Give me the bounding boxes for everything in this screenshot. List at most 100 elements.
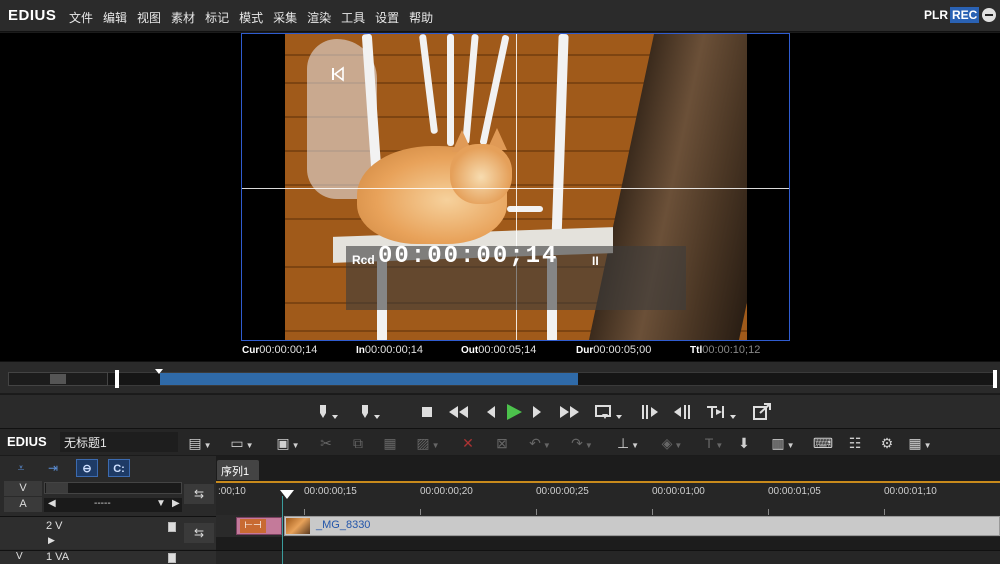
keyboard-icon[interactable]: ⌨	[812, 433, 834, 453]
plr-mode-toggle[interactable]: PLR	[924, 8, 948, 22]
tc-cur: Cur00:00:00;14	[242, 344, 318, 356]
scrub-start-marker[interactable]	[115, 370, 119, 388]
video-channel-label: V	[4, 481, 42, 496]
rec-mode-toggle[interactable]: REC	[950, 7, 980, 23]
menu-marker[interactable]: 标记	[200, 9, 234, 26]
app-logo: EDIUS	[8, 7, 57, 24]
add-transition-icon[interactable]: ◈ ▼	[656, 433, 688, 453]
menu-tools[interactable]: 工具	[336, 9, 370, 26]
voice-over-icon[interactable]: ⬇	[734, 433, 754, 453]
chevron-down-icon[interactable]: ▼	[156, 498, 166, 509]
shuttle-knob[interactable]	[50, 374, 66, 384]
go-to-in-icon[interactable]	[638, 401, 662, 423]
cut-icon[interactable]: ✂	[316, 433, 336, 453]
track-panel: ⩡ ⇥ ⊖ C: V A ◀ ----- ▼ ▶ ⇆ 2 V ▶ ⇆ V 1 V…	[0, 456, 216, 564]
scrub-position-marker[interactable]	[155, 369, 163, 374]
expand-icon[interactable]: ▶	[48, 535, 55, 546]
video-channel-knob[interactable]	[46, 483, 68, 493]
step-forward-button[interactable]	[528, 401, 546, 423]
sequence-tab[interactable]: 序列1	[217, 460, 259, 480]
track-header-1va[interactable]: V 1 VA	[0, 550, 216, 564]
scrub-bar	[0, 361, 1000, 393]
open-project-icon[interactable]: ▭ ▼	[226, 433, 258, 453]
chevron-left-icon[interactable]: ◀	[48, 498, 56, 509]
set-out-button[interactable]	[356, 401, 386, 423]
copy-icon[interactable]: ⧉	[348, 433, 368, 453]
ruler-tick-label: 00:00:01;10	[884, 486, 937, 497]
undo-icon[interactable]: ↶ ▼	[524, 433, 556, 453]
paste-icon[interactable]: ▦	[380, 433, 400, 453]
stop-button[interactable]	[416, 401, 438, 423]
audio-channel-value: -----	[94, 498, 111, 509]
export-icon[interactable]: ▥ ▼	[766, 433, 800, 453]
ruler-tick-label: 00:00:00;20	[420, 486, 473, 497]
video-clip[interactable]	[284, 516, 1000, 536]
fast-forward-button[interactable]	[556, 401, 582, 423]
track-name-2v: 2 V	[46, 520, 63, 532]
timeline-header: EDIUS 无标题1 ▤ ▼ ▭ ▼ ▣ ▼ ✂ ⧉ ▦ ▨ ▼ ✕ ⊠ ↶ ▼ ↷ ▼ ⊥…	[0, 428, 1000, 455]
preview-frame: Rcd 00:00:00;14 II	[241, 33, 790, 341]
loop-play-button[interactable]	[592, 401, 626, 423]
lock-icon[interactable]	[168, 553, 176, 563]
menu-file[interactable]: 文件	[64, 9, 98, 26]
menu-capture[interactable]: 采集	[268, 9, 302, 26]
ruler-tick-label: 00:00:00;15	[304, 486, 357, 497]
new-sequence-icon[interactable]: ▤ ▼	[184, 433, 216, 453]
delete-icon[interactable]: ✕	[458, 433, 478, 453]
audio-channel-label: A	[4, 497, 42, 512]
play-button[interactable]	[502, 401, 526, 423]
playhead-line	[282, 496, 283, 564]
track-header-2v[interactable]: 2 V ▶ ⇆	[0, 516, 216, 549]
tc-ttl: Ttl00:00:10;12	[690, 344, 761, 356]
skip-to-start-icon[interactable]	[330, 66, 346, 82]
playhead[interactable]	[280, 490, 294, 499]
step-back-button[interactable]	[482, 401, 500, 423]
swap-channel-button[interactable]: ⇆	[184, 484, 214, 504]
track-swap-button[interactable]: ⇆	[184, 523, 214, 543]
set-in-button[interactable]	[314, 401, 344, 423]
timeline-ruler[interactable]: :00;10 00:00:00;15 00:00:00;20 00:00:00;…	[216, 481, 1000, 515]
menu-mode[interactable]: 模式	[234, 9, 268, 26]
menu-edit[interactable]: 编辑	[98, 9, 132, 26]
text-tool-icon[interactable]: T ▼	[700, 433, 728, 453]
track-name-1va: 1 VA	[46, 551, 70, 563]
minimize-button[interactable]	[982, 8, 996, 22]
scrub-progress	[160, 373, 578, 385]
ripple-delete-icon[interactable]: ⊠	[490, 433, 514, 453]
ruler-tick-label: 00:00:01;00	[652, 486, 705, 497]
insert-mode-icon[interactable]: ⩡	[10, 459, 32, 477]
ruler-tick-label: 00:00:00;25	[536, 486, 589, 497]
track-mode-row: ⩡ ⇥ ⊖ C:	[0, 456, 216, 480]
mixer-icon[interactable]: ☷	[844, 433, 866, 453]
layout-icon[interactable]: ▦ ▼	[906, 433, 934, 453]
overwrite-to-timeline-button[interactable]	[750, 401, 774, 423]
chevron-right-icon[interactable]: ▶	[172, 498, 180, 509]
add-title-icon[interactable]: ⊥ ▼	[610, 433, 646, 453]
audio-channel-select[interactable]: ◀ ----- ▼ ▶	[44, 498, 182, 512]
timeline-area: 序列1 :00;10 00:00:00;15 00:00:00;20 00:00…	[216, 456, 1000, 564]
rcd-label: Rcd	[352, 253, 375, 267]
settings-panel-icon[interactable]: ⚙	[876, 433, 898, 453]
save-project-icon[interactable]: ▣ ▼	[272, 433, 304, 453]
rewind-button[interactable]	[446, 401, 472, 423]
menu-render[interactable]: 渲染	[302, 9, 336, 26]
menu-view[interactable]: 视图	[132, 9, 166, 26]
menu-help[interactable]: 帮助	[404, 9, 438, 26]
menu-clip[interactable]: 素材	[166, 9, 200, 26]
ruler-tick-label: 00:00:01;05	[768, 486, 821, 497]
project-name-field[interactable]: 无标题1	[60, 432, 178, 452]
transport-controls	[0, 394, 1000, 428]
timeline-logo: EDIUS	[7, 434, 47, 449]
insert-to-timeline-button[interactable]	[704, 401, 740, 423]
track-lane-1va[interactable]	[216, 550, 1000, 564]
redo-icon[interactable]: ↷ ▼	[566, 433, 598, 453]
snap-icon[interactable]: C:	[108, 459, 130, 477]
sync-lock-icon[interactable]: ⊖	[76, 459, 98, 477]
menu-settings[interactable]: 设置	[370, 9, 404, 26]
ripple-mode-icon[interactable]: ⇥	[42, 459, 64, 477]
go-to-out-icon[interactable]	[670, 401, 694, 423]
tc-dur: Dur00:00:05;00	[576, 344, 652, 356]
scrub-end-marker[interactable]	[993, 370, 997, 388]
paste-insert-icon[interactable]: ▨ ▼	[412, 433, 444, 453]
lock-icon[interactable]	[168, 522, 176, 532]
